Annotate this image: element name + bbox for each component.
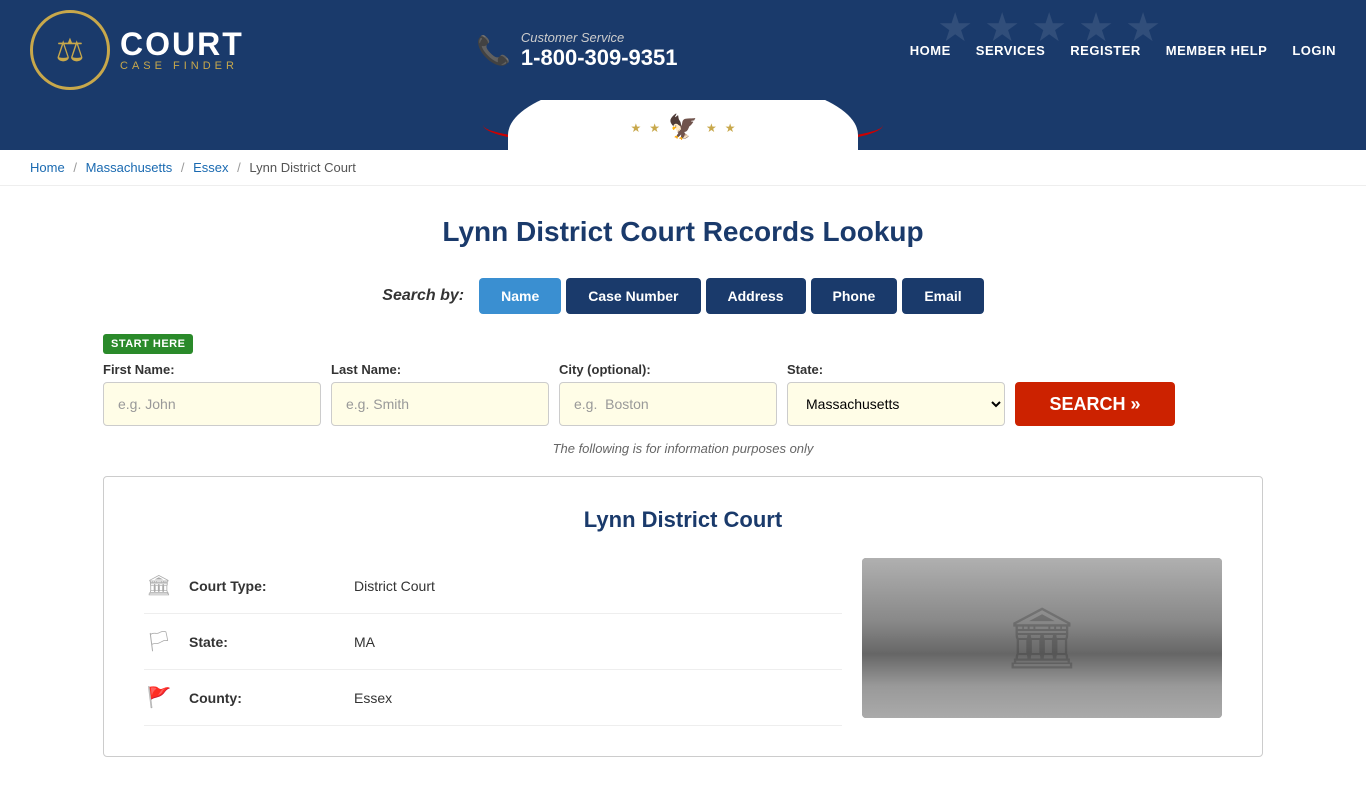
nav-login[interactable]: LOGIN	[1292, 43, 1336, 58]
court-card-title: Lynn District Court	[144, 507, 1222, 533]
tab-phone[interactable]: Phone	[811, 278, 898, 314]
search-button[interactable]: SEARCH »	[1015, 382, 1175, 426]
phone-info: Customer Service 1-800-309-9351	[521, 30, 678, 71]
phone-label: Customer Service	[521, 30, 678, 45]
court-county-label: County:	[189, 690, 339, 706]
logo-sub-text: CASE FINDER	[120, 60, 244, 72]
tab-address[interactable]: Address	[706, 278, 806, 314]
nav-home[interactable]: HOME	[910, 43, 951, 58]
court-image	[862, 558, 1222, 718]
logo-badge	[30, 10, 110, 90]
state-label: State:	[787, 362, 1005, 377]
first-name-label: First Name:	[103, 362, 321, 377]
state-select[interactable]: Massachusetts Alabama Alaska Arizona Cal…	[787, 382, 1005, 426]
city-input[interactable]	[559, 382, 777, 426]
search-by-row: Search by: Name Case Number Address Phon…	[103, 278, 1263, 314]
logo-area: COURT CASE FINDER	[30, 10, 244, 90]
court-type-value: District Court	[354, 578, 435, 594]
tab-email[interactable]: Email	[902, 278, 983, 314]
breadcrumb: Home / Massachusetts / Essex / Lynn Dist…	[0, 150, 1366, 186]
court-state-row: 🏳 State: MA	[144, 614, 842, 670]
court-county-value: Essex	[354, 690, 392, 706]
first-name-field: First Name:	[103, 362, 321, 426]
breadcrumb-current: Lynn District Court	[249, 160, 355, 175]
breadcrumb-sep-3: /	[237, 160, 241, 175]
court-state-label: State:	[189, 634, 339, 650]
court-state-icon: 🏳	[144, 629, 174, 654]
court-state-value: MA	[354, 634, 375, 650]
city-field: City (optional):	[559, 362, 777, 426]
page-title: Lynn District Court Records Lookup	[103, 216, 1263, 248]
state-field: State: Massachusetts Alabama Alaska Ariz…	[787, 362, 1005, 426]
tab-case-number[interactable]: Case Number	[566, 278, 700, 314]
court-type-icon: 🏛	[144, 573, 174, 598]
phone-area: 📞 Customer Service 1-800-309-9351	[476, 30, 677, 71]
nav-services[interactable]: SERVICES	[976, 43, 1046, 58]
search-form: First Name: Last Name: City (optional): …	[103, 362, 1263, 426]
logo-court-text: COURT	[120, 28, 244, 60]
breadcrumb-massachusetts[interactable]: Massachusetts	[86, 160, 173, 175]
tab-name[interactable]: Name	[479, 278, 561, 314]
info-note: The following is for information purpose…	[103, 441, 1263, 456]
first-name-input[interactable]	[103, 382, 321, 426]
star-3: ★	[706, 121, 717, 135]
breadcrumb-home[interactable]: Home	[30, 160, 65, 175]
star-1: ★	[631, 121, 642, 135]
banner-area: ★ ★ 🦅 ★ ★	[0, 100, 1366, 150]
logo-text: COURT CASE FINDER	[120, 28, 244, 72]
court-info-grid: 🏛 Court Type: District Court 🏳 State: MA…	[144, 558, 1222, 726]
start-here-badge: START HERE	[103, 334, 193, 354]
last-name-field: Last Name:	[331, 362, 549, 426]
phone-number: 1-800-309-9351	[521, 45, 678, 71]
court-details: 🏛 Court Type: District Court 🏳 State: MA…	[144, 558, 842, 726]
phone-icon: 📞	[476, 34, 511, 67]
breadcrumb-sep-1: /	[73, 160, 77, 175]
city-label: City (optional):	[559, 362, 777, 377]
search-by-label: Search by:	[382, 287, 464, 305]
breadcrumb-essex[interactable]: Essex	[193, 160, 228, 175]
main-content: Lynn District Court Records Lookup Searc…	[83, 186, 1283, 787]
star-2: ★	[649, 121, 660, 135]
banner-content: ★ ★ 🦅 ★ ★	[631, 113, 736, 142]
court-card: Lynn District Court 🏛 Court Type: Distri…	[103, 476, 1263, 757]
court-county-row: 🚩 County: Essex	[144, 670, 842, 726]
court-type-label: Court Type:	[189, 578, 339, 594]
nav-member-help[interactable]: MEMBER HELP	[1166, 43, 1268, 58]
star-4: ★	[725, 121, 736, 135]
site-header: ★ ★ ★ ★ ★ COURT CASE FINDER 📞 Customer S…	[0, 0, 1366, 100]
last-name-label: Last Name:	[331, 362, 549, 377]
eagle-icon: 🦅	[668, 113, 698, 142]
court-county-icon: 🚩	[144, 685, 174, 710]
nav-register[interactable]: REGISTER	[1070, 43, 1140, 58]
last-name-input[interactable]	[331, 382, 549, 426]
court-image-placeholder	[862, 558, 1222, 718]
main-nav: HOME SERVICES REGISTER MEMBER HELP LOGIN	[910, 43, 1336, 58]
breadcrumb-sep-2: /	[181, 160, 185, 175]
court-type-row: 🏛 Court Type: District Court	[144, 558, 842, 614]
